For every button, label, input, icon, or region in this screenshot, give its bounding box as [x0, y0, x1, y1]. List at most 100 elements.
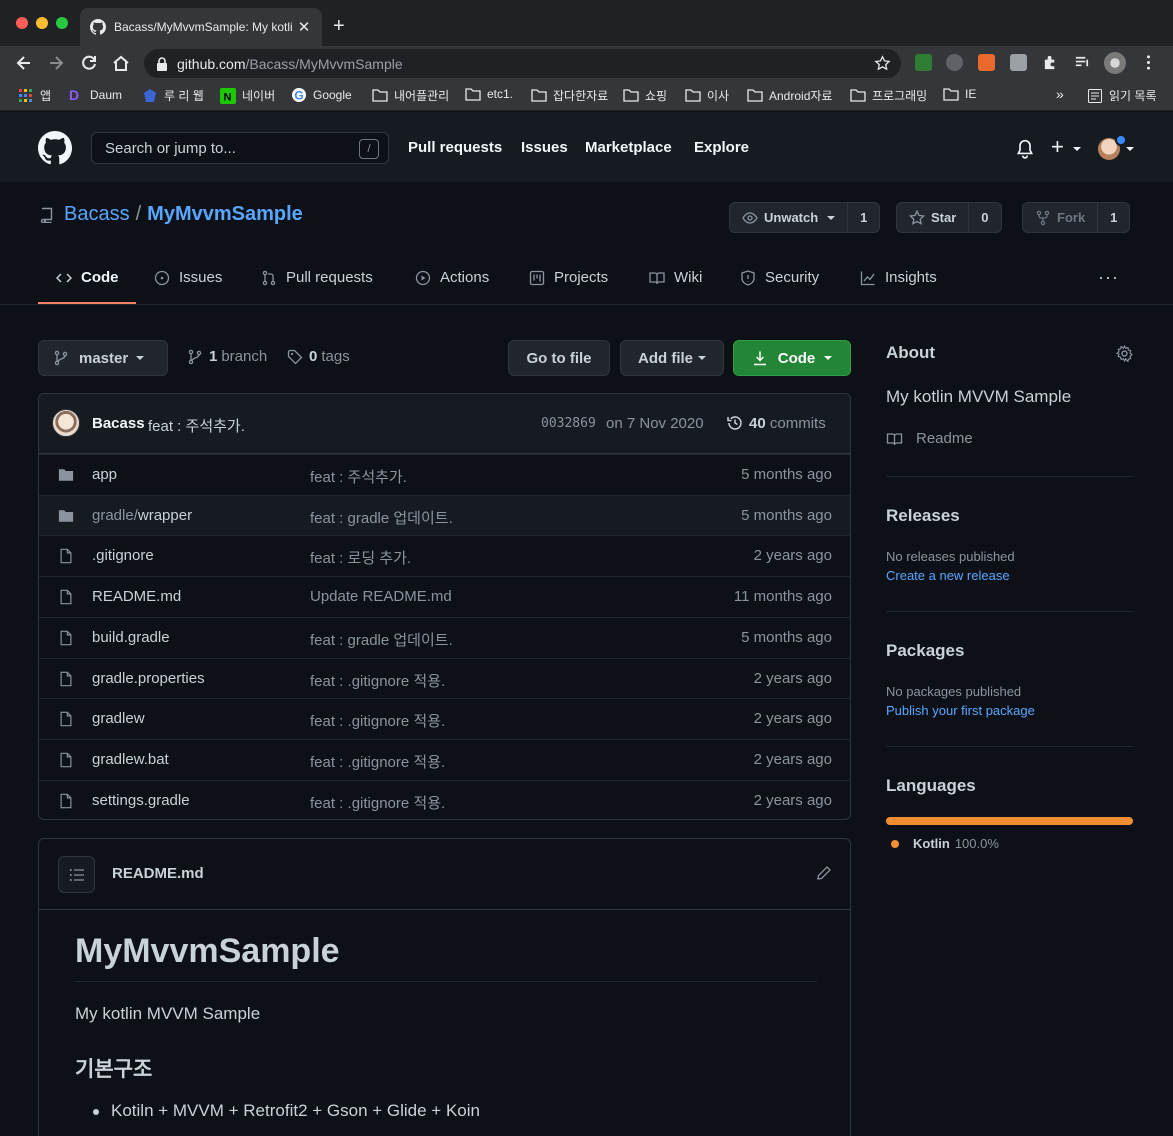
- tags-link[interactable]: 0 tags: [287, 348, 350, 365]
- file-commit-message[interactable]: feat : gradle 업데이트.: [310, 629, 453, 650]
- code-download-button[interactable]: Code: [733, 340, 851, 376]
- file-name[interactable]: .gitignore: [92, 547, 154, 564]
- new-tab-button[interactable]: +: [333, 15, 345, 38]
- reload-icon[interactable]: [79, 53, 99, 73]
- bookmark-folder[interactable]: Android자료: [747, 87, 832, 104]
- packages-heading[interactable]: Packages: [886, 641, 964, 661]
- commit-sha[interactable]: 0032869: [541, 416, 596, 431]
- window-close-button[interactable]: [16, 17, 28, 29]
- file-name[interactable]: gradle.properties: [92, 670, 205, 687]
- branch-select-button[interactable]: master: [38, 340, 168, 376]
- tab-pull-requests[interactable]: Pull requests: [261, 269, 373, 286]
- user-menu-caret-icon[interactable]: [1126, 147, 1134, 151]
- file-row[interactable]: build.gradle feat : gradle 업데이트. 5 months …: [39, 616, 850, 658]
- file-commit-message[interactable]: feat : .gitignore 적용.: [310, 710, 445, 731]
- window-minimize-button[interactable]: [36, 17, 48, 29]
- browser-tab[interactable]: Bacass/MyMvvmSample: My kotlin MVVM Samp…: [80, 8, 322, 46]
- reading-list-button[interactable]: 읽기 목록: [1087, 87, 1157, 104]
- file-commit-message[interactable]: feat : gradle 업데이트.: [310, 507, 453, 528]
- bookmark-star-icon[interactable]: [874, 55, 891, 72]
- fork-button[interactable]: Fork: [1023, 203, 1099, 232]
- commit-author[interactable]: Bacass: [92, 415, 145, 432]
- create-release-link[interactable]: Create a new release: [886, 568, 1010, 583]
- branches-link[interactable]: 1 branch: [187, 348, 267, 365]
- bookmark-folder[interactable]: 이사: [685, 87, 729, 104]
- nav-explore[interactable]: Explore: [694, 139, 749, 156]
- kebab-menu-icon[interactable]: [1140, 54, 1157, 71]
- file-row[interactable]: settings.gradle feat : .gitignore 적용. 2 ye…: [39, 779, 850, 819]
- create-new-plus-icon[interactable]: +: [1051, 136, 1064, 158]
- repo-owner-link[interactable]: Bacass: [64, 203, 130, 225]
- file-name[interactable]: README.md: [92, 588, 181, 605]
- tab-close-icon[interactable]: ✕: [296, 18, 312, 36]
- tab-actions[interactable]: Actions: [415, 269, 489, 286]
- repo-name-link[interactable]: MyMvvmSample: [147, 203, 303, 225]
- bookmarks-overflow-button[interactable]: »: [1056, 86, 1064, 102]
- readme-link[interactable]: Readme: [886, 430, 973, 447]
- bookmark-naver[interactable]: N 네이버: [220, 87, 275, 104]
- tab-wiki[interactable]: Wiki: [649, 269, 702, 286]
- tab-code[interactable]: Code: [56, 269, 119, 286]
- bookmark-folder[interactable]: 쇼핑: [623, 87, 667, 104]
- star-button[interactable]: Star: [897, 203, 970, 232]
- file-name[interactable]: app: [92, 466, 117, 483]
- file-row[interactable]: gradle.properties feat : .gitignore 적용. 2 …: [39, 657, 850, 699]
- puzzle-extensions-icon[interactable]: [1042, 54, 1059, 71]
- extension-green-icon[interactable]: [915, 54, 932, 71]
- bookmark-folder[interactable]: 프로그래밍: [850, 87, 927, 104]
- tab-security[interactable]: Security: [740, 269, 819, 286]
- extension-reader-icon[interactable]: [1010, 54, 1027, 71]
- file-name[interactable]: gradle/wrapper: [92, 507, 192, 524]
- edit-pencil-icon[interactable]: [816, 865, 832, 881]
- back-arrow-icon[interactable]: [14, 53, 34, 73]
- bookmark-folder[interactable]: 잡다한자료: [531, 87, 608, 104]
- commits-link[interactable]: 40 commits: [749, 415, 826, 432]
- tab-insights[interactable]: Insights: [860, 269, 937, 286]
- file-name[interactable]: build.gradle: [92, 629, 170, 646]
- releases-heading[interactable]: Releases: [886, 506, 960, 526]
- bookmark-apps[interactable]: 앱: [18, 87, 51, 104]
- notifications-bell-icon[interactable]: [1016, 139, 1034, 159]
- bookmark-google[interactable]: G Google: [291, 87, 352, 103]
- file-row[interactable]: .gitignore feat : 로딩 추가. 2 years ago: [39, 535, 850, 576]
- file-name[interactable]: settings.gradle: [92, 792, 190, 809]
- file-row[interactable]: README.md Update README.md 11 months ago: [39, 576, 850, 617]
- file-row[interactable]: gradlew feat : .gitignore 적용. 2 years ago: [39, 698, 850, 739]
- search-input[interactable]: Search or jump to... /: [91, 132, 389, 164]
- file-commit-message[interactable]: feat : .gitignore 적용.: [310, 792, 445, 813]
- extension-grey-icon[interactable]: [946, 54, 963, 71]
- nav-pull-requests[interactable]: Pull requests: [408, 139, 502, 156]
- file-name[interactable]: gradlew: [92, 710, 145, 727]
- extension-orange-icon[interactable]: [978, 54, 995, 71]
- reading-list-icon[interactable]: [1074, 54, 1091, 71]
- profile-avatar[interactable]: [1104, 52, 1126, 74]
- file-row[interactable]: app feat : 주석추가. 5 months ago: [39, 454, 850, 495]
- create-new-caret-icon[interactable]: [1073, 147, 1081, 151]
- file-row[interactable]: gradle/wrapper feat : gradle 업데이트. 5 month…: [39, 494, 850, 536]
- home-icon[interactable]: [111, 53, 131, 73]
- bookmark-folder[interactable]: etc1.: [465, 87, 513, 101]
- readme-filename[interactable]: README.md: [112, 865, 204, 882]
- fork-count[interactable]: 1: [1098, 210, 1129, 225]
- star-count[interactable]: 0: [969, 210, 1000, 225]
- file-commit-message[interactable]: feat : .gitignore 적용.: [310, 670, 445, 691]
- nav-issues[interactable]: Issues: [521, 139, 568, 156]
- table-of-contents-button[interactable]: [58, 856, 95, 893]
- add-file-button[interactable]: Add file: [620, 340, 724, 376]
- bookmark-daum[interactable]: D Daum: [68, 87, 122, 103]
- address-bar[interactable]: github.com/Bacass/MyMvvmSample: [144, 49, 901, 78]
- file-commit-message[interactable]: feat : .gitignore 적용.: [310, 751, 445, 772]
- bookmark-folder[interactable]: IE: [943, 87, 976, 101]
- commit-author-avatar[interactable]: [52, 409, 80, 437]
- file-row[interactable]: gradlew.bat feat : .gitignore 적용. 2 years …: [39, 738, 850, 780]
- window-zoom-button[interactable]: [56, 17, 68, 29]
- language-item[interactable]: Kotlin 100.0%: [891, 836, 999, 851]
- bookmark-ruliweb[interactable]: 루 리 웹: [142, 87, 204, 104]
- forward-arrow-icon[interactable]: [46, 53, 66, 73]
- bookmark-folder[interactable]: 내어플관리: [372, 87, 449, 104]
- file-name[interactable]: gradlew.bat: [92, 751, 169, 768]
- go-to-file-button[interactable]: Go to file: [508, 340, 610, 376]
- github-logo-icon[interactable]: [38, 131, 72, 165]
- file-commit-message[interactable]: feat : 주석추가.: [310, 466, 407, 487]
- tab-issues[interactable]: Issues: [154, 269, 222, 286]
